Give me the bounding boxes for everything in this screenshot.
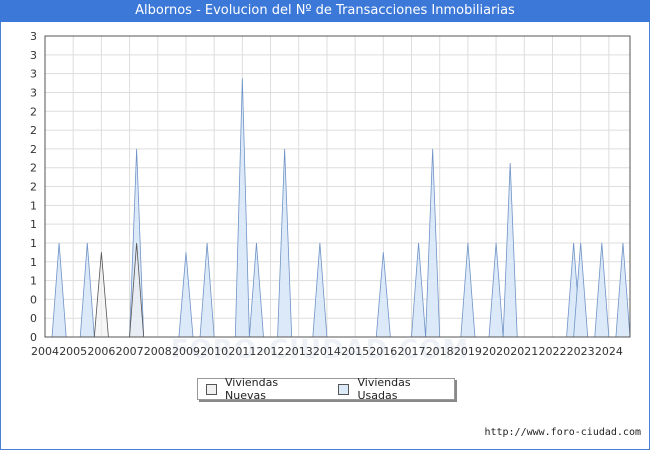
x-tick-label-13: 2017 [398, 345, 426, 358]
x-tick-label-0: 2004 [31, 345, 59, 358]
y-tick-label-10: 2 [30, 143, 37, 156]
x-tick-label-17: 2021 [510, 345, 538, 358]
x-tick-label-12: 2016 [369, 345, 397, 358]
usadas-peak-18 [615, 242, 631, 338]
x-tick-label-4: 2008 [144, 345, 172, 358]
usadas-peak-5 [234, 78, 250, 338]
x-tick-label-16: 2020 [482, 345, 510, 358]
y-tick-label-3: 1 [30, 275, 37, 288]
usadas-peak-3 [178, 252, 194, 338]
x-tick-label-5: 2009 [172, 345, 200, 358]
legend-item-nuevas: Viviendas Nuevas [206, 376, 322, 402]
usadas-peak-4 [199, 242, 215, 338]
y-tick-label-6: 1 [30, 218, 37, 231]
x-tick-label-15: 2019 [454, 345, 482, 358]
x-tick-label-1: 2005 [59, 345, 87, 358]
nuevas-peak-0 [93, 252, 109, 338]
y-tick-label-5: 1 [30, 237, 37, 250]
y-tick-label-16: 3 [30, 30, 37, 43]
y-tick-label-12: 2 [30, 105, 37, 118]
x-tick-label-20: 2024 [595, 345, 623, 358]
x-tick-label-2: 2006 [87, 345, 115, 358]
y-tick-label-7: 1 [30, 199, 37, 212]
x-tick-label-18: 2022 [538, 345, 566, 358]
y-tick-label-11: 2 [30, 124, 37, 137]
x-tick-label-6: 2010 [200, 345, 228, 358]
series-viviendas-nuevas [93, 242, 145, 338]
legend-label-nuevas: Viviendas Nuevas [225, 376, 279, 402]
x-tick-label-10: 2014 [313, 345, 341, 358]
usadas-peak-1 [79, 242, 95, 338]
legend-item-usadas: Viviendas Usadas [338, 376, 454, 402]
y-tick-label-0: 0 [30, 331, 37, 344]
usadas-peak-17 [594, 242, 610, 338]
y-tick-label-2: 0 [30, 293, 37, 306]
legend-label-usadas: Viviendas Usadas [357, 376, 411, 402]
legend-swatch-nuevas [206, 383, 217, 395]
y-tick-label-4: 1 [30, 256, 37, 269]
x-tick-label-19: 2023 [567, 345, 595, 358]
usadas-peak-8 [312, 242, 328, 338]
x-tick-label-3: 2007 [116, 345, 144, 358]
usadas-peak-12 [460, 242, 476, 338]
x-tick-labels: 2004 2005 2006 2007 2008 2009 2010 2011 2012 2013… [31, 345, 623, 358]
usadas-peak-0 [51, 242, 67, 338]
y-tick-label-14: 3 [30, 68, 37, 81]
usadas-peak-6 [248, 242, 264, 338]
usadas-peak-13 [488, 242, 504, 338]
usadas-peak-9 [375, 252, 391, 338]
x-tick-label-8: 2012 [257, 345, 285, 358]
y-tick-labels: 0 0 0 1 1 1 1 1 2 2 2 2 2 3 3 3 3 [30, 30, 37, 344]
x-tick-label-7: 2011 [228, 345, 256, 358]
y-tick-label-13: 3 [30, 86, 37, 99]
x-tick-label-11: 2015 [341, 345, 369, 358]
y-tick-label-15: 3 [30, 49, 37, 62]
y-tick-label-8: 2 [30, 181, 37, 194]
y-tick-label-9: 2 [30, 162, 37, 175]
x-tick-label-9: 2013 [285, 345, 313, 358]
x-tick-label-14: 2018 [426, 345, 454, 358]
y-tick-label-1: 0 [30, 312, 37, 325]
footer-url: http://www.foro-ciudad.com [484, 427, 641, 438]
usadas-peak-14 [502, 162, 518, 338]
legend-swatch-usadas [338, 383, 350, 395]
legend: Viviendas Nuevas Viviendas Usadas [197, 376, 455, 402]
usadas-peak-10 [411, 242, 427, 338]
